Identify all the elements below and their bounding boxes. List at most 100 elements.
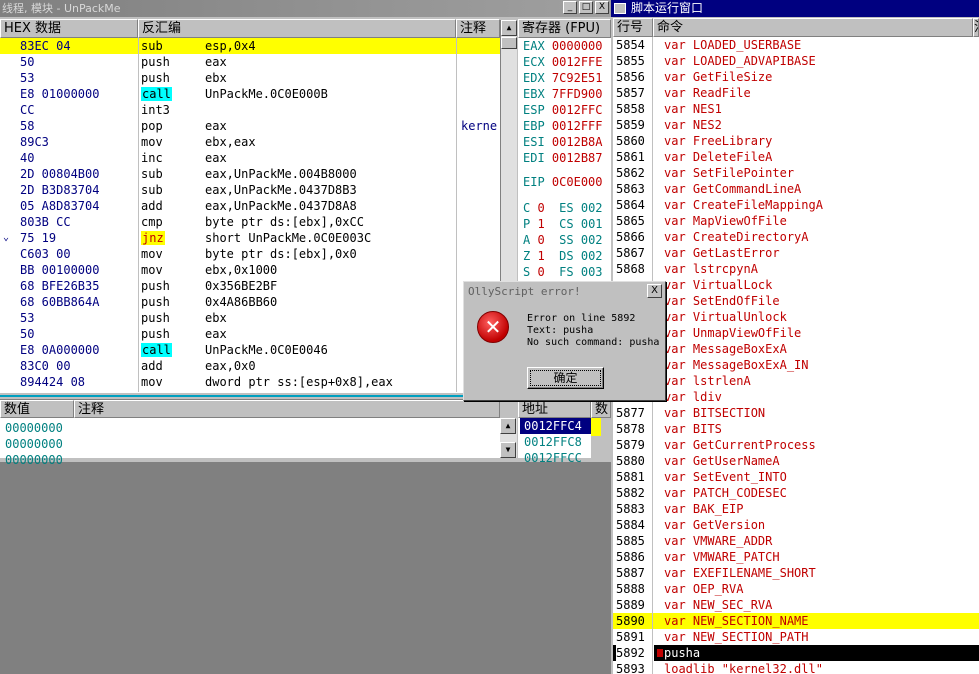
script-row[interactable]: 5891 var NEW_SECTION_PATH (613, 629, 979, 645)
register-row[interactable]: EDI 0012B87 (523, 150, 603, 166)
disasm-row[interactable]: 50 push eax (0, 326, 500, 342)
flag-row[interactable]: S 0 FS 003 (523, 264, 603, 280)
disasm-row[interactable]: 53 push ebx (0, 310, 500, 326)
dialog-close-button[interactable]: X (647, 284, 662, 298)
disasm-row[interactable]: 894424 08 mov dword ptr ss:[esp+0x8],eax (0, 374, 500, 390)
script-row[interactable]: 5877 var BITSECTION (613, 405, 979, 421)
register-row[interactable]: EAX 0000000 (523, 38, 603, 54)
disasm-row[interactable]: 803B CC cmp byte ptr ds:[ebx],0xCC (0, 214, 500, 230)
dump-row[interactable]: 00000000 (5, 436, 63, 452)
col-header-stack-value[interactable]: 数 (591, 400, 611, 418)
disasm-row[interactable]: 50 push eax (0, 54, 500, 70)
stack-row[interactable]: 0012FFCC (520, 450, 592, 466)
script-row[interactable]: 5892 pusha (613, 645, 979, 661)
ok-button[interactable]: 确定 (527, 367, 604, 389)
col-header-dump-value[interactable]: 数值 (0, 400, 74, 418)
script-row[interactable]: 5886 var VMWARE_PATCH (613, 549, 979, 565)
flag-row[interactable]: A 0 SS 002 (523, 232, 603, 248)
script-row[interactable]: 5861 var DeleteFileA (613, 149, 979, 165)
script-row[interactable]: 5859 var NES2 (613, 117, 979, 133)
scroll-up-icon[interactable]: ▲ (500, 418, 516, 434)
disassembly-pane[interactable]: 83EC 04 sub esp,0x4 50 push eax 53 push ebx E8 01… (0, 38, 500, 392)
script-row[interactable]: 5890 var NEW_SECTION_NAME (613, 613, 979, 629)
disasm-row[interactable]: 58 pop eax kerne (0, 118, 500, 134)
register-row[interactable]: EBP 0012FFF (523, 118, 603, 134)
flag-row[interactable]: Z 1 DS 002 (523, 248, 603, 264)
script-row[interactable]: 5854 var LOADED_USERBASE (613, 37, 979, 53)
minimize-button[interactable]: _ (563, 1, 577, 14)
script-row[interactable]: var SetEndOfFile (613, 293, 979, 309)
script-row[interactable]: var MessageBoxExA_IN (613, 357, 979, 373)
col-header-command[interactable]: 命令 (653, 18, 973, 37)
script-row[interactable]: 5881 var SetEvent_INTO (613, 469, 979, 485)
script-row[interactable]: 5857 var ReadFile (613, 85, 979, 101)
script-row[interactable]: 5878 var BITS (613, 421, 979, 437)
script-row[interactable]: var lstrlenA (613, 373, 979, 389)
disasm-row[interactable]: 83EC 04 sub esp,0x4 (0, 38, 500, 54)
col-header-disasm[interactable]: 反汇编 (138, 19, 456, 38)
scroll-up-icon[interactable]: ▲ (501, 20, 517, 36)
script-row[interactable]: 5885 var VMWARE_ADDR (613, 533, 979, 549)
scroll-thumb[interactable] (501, 37, 517, 49)
col-header-line-number[interactable]: 行号 (613, 18, 653, 37)
disasm-row[interactable]: 05 A8D83704 add eax,UnPackMe.0437D8A8 (0, 198, 500, 214)
script-row[interactable]: 5863 var GetCommandLineA (613, 181, 979, 197)
script-row[interactable]: 5866 var CreateDirectoryA (613, 229, 979, 245)
script-row[interactable]: 5883 var BAK_EIP (613, 501, 979, 517)
script-row[interactable]: 5867 var GetLastError (613, 245, 979, 261)
disasm-row[interactable]: BB 00100000 mov ebx,0x1000 (0, 262, 500, 278)
disasm-row[interactable]: 89C3 mov ebx,eax (0, 134, 500, 150)
script-row[interactable]: 5879 var GetCurrentProcess (613, 437, 979, 453)
col-header-comment[interactable]: 注释 (456, 19, 500, 38)
script-row[interactable]: 5860 var FreeLibrary (613, 133, 979, 149)
script-row[interactable]: 5856 var GetFileSize (613, 69, 979, 85)
script-row[interactable]: 5864 var CreateFileMappingA (613, 197, 979, 213)
disasm-row[interactable]: 2D B3D83704 sub eax,UnPackMe.0437D8B3 (0, 182, 500, 198)
close-button[interactable]: X (595, 1, 609, 14)
flag-row[interactable]: C 0 ES 002 (523, 200, 603, 216)
script-row[interactable]: var VirtualLock (613, 277, 979, 293)
script-row[interactable]: 5884 var GetVersion (613, 517, 979, 533)
stack-row[interactable]: 0012FFC4 (520, 418, 592, 434)
register-row[interactable]: ESI 0012B8A (523, 134, 603, 150)
disasm-row[interactable]: E8 0A000000 call UnPackMe.0C0E0046 (0, 342, 500, 358)
register-row[interactable]: ESP 0012FFC (523, 102, 603, 118)
script-row[interactable]: 5880 var GetUserNameA (613, 453, 979, 469)
script-row[interactable]: 5855 var LOADED_ADVAPIBASE (613, 53, 979, 69)
scroll-down-icon[interactable]: ▼ (500, 442, 516, 458)
disasm-row[interactable]: 68 BFE26B35 push 0x356BE2BF (0, 278, 500, 294)
disasm-row[interactable]: CC int3 (0, 102, 500, 118)
disasm-row[interactable]: 68 60BB864A push 0x4A86BB60 (0, 294, 500, 310)
register-row[interactable]: ECX 0012FFE (523, 54, 603, 70)
disasm-row[interactable]: 83C0 00 add eax,0x0 (0, 358, 500, 374)
script-row[interactable]: 5893 loadlib "kernel32.dll" (613, 661, 979, 674)
script-row[interactable]: 5882 var PATCH_CODESEC (613, 485, 979, 501)
disasm-row[interactable]: 2D 00804B00 sub eax,UnPackMe.004B8000 (0, 166, 500, 182)
maximize-button[interactable]: □ (579, 1, 593, 14)
col-header-comment[interactable]: 注 (973, 18, 979, 37)
register-row[interactable]: EBX 7FFD900 (523, 86, 603, 102)
script-row[interactable]: 5865 var MapViewOfFile (613, 213, 979, 229)
script-row[interactable]: 5868 var lstrcpynA (613, 261, 979, 277)
script-row[interactable]: var MessageBoxExA (613, 341, 979, 357)
col-header-dump-comment[interactable]: 注释 (74, 400, 500, 418)
dump-scrollbar[interactable]: ▲ ▼ (500, 418, 517, 458)
script-row[interactable]: 5889 var NEW_SEC_RVA (613, 597, 979, 613)
disasm-row[interactable]: 40 inc eax (0, 150, 500, 166)
script-row[interactable]: var VirtualUnlock (613, 309, 979, 325)
script-row[interactable]: 5862 var SetFilePointer (613, 165, 979, 181)
register-row[interactable]: EIP 0C0E000 (523, 174, 603, 190)
col-header-registers[interactable]: 寄存器 (FPU) (518, 19, 611, 38)
dump-row[interactable]: 00000000 (5, 420, 63, 436)
register-row[interactable]: EDX 7C92E51 (523, 70, 603, 86)
dump-pane[interactable]: 00000000 00000000 00000000 (0, 418, 500, 467)
disasm-row[interactable]: 53 push ebx (0, 70, 500, 86)
script-row[interactable]: 5887 var EXEFILENAME_SHORT (613, 565, 979, 581)
disasm-row[interactable]: C603 00 mov byte ptr ds:[ebx],0x0 (0, 246, 500, 262)
col-header-stack-address[interactable]: 地址 (518, 400, 591, 418)
script-list[interactable]: 5854 var LOADED_USERBASE 5855 var LOADED_AD… (613, 37, 979, 674)
disasm-row[interactable]: ⌄ 75 19 jnz short UnPackMe.0C0E003C (0, 230, 500, 246)
script-row[interactable]: 5888 var OEP_RVA (613, 581, 979, 597)
disasm-row[interactable]: E8 01000000 call UnPackMe.0C0E000B (0, 86, 500, 102)
script-row[interactable]: var UnmapViewOfFile (613, 325, 979, 341)
